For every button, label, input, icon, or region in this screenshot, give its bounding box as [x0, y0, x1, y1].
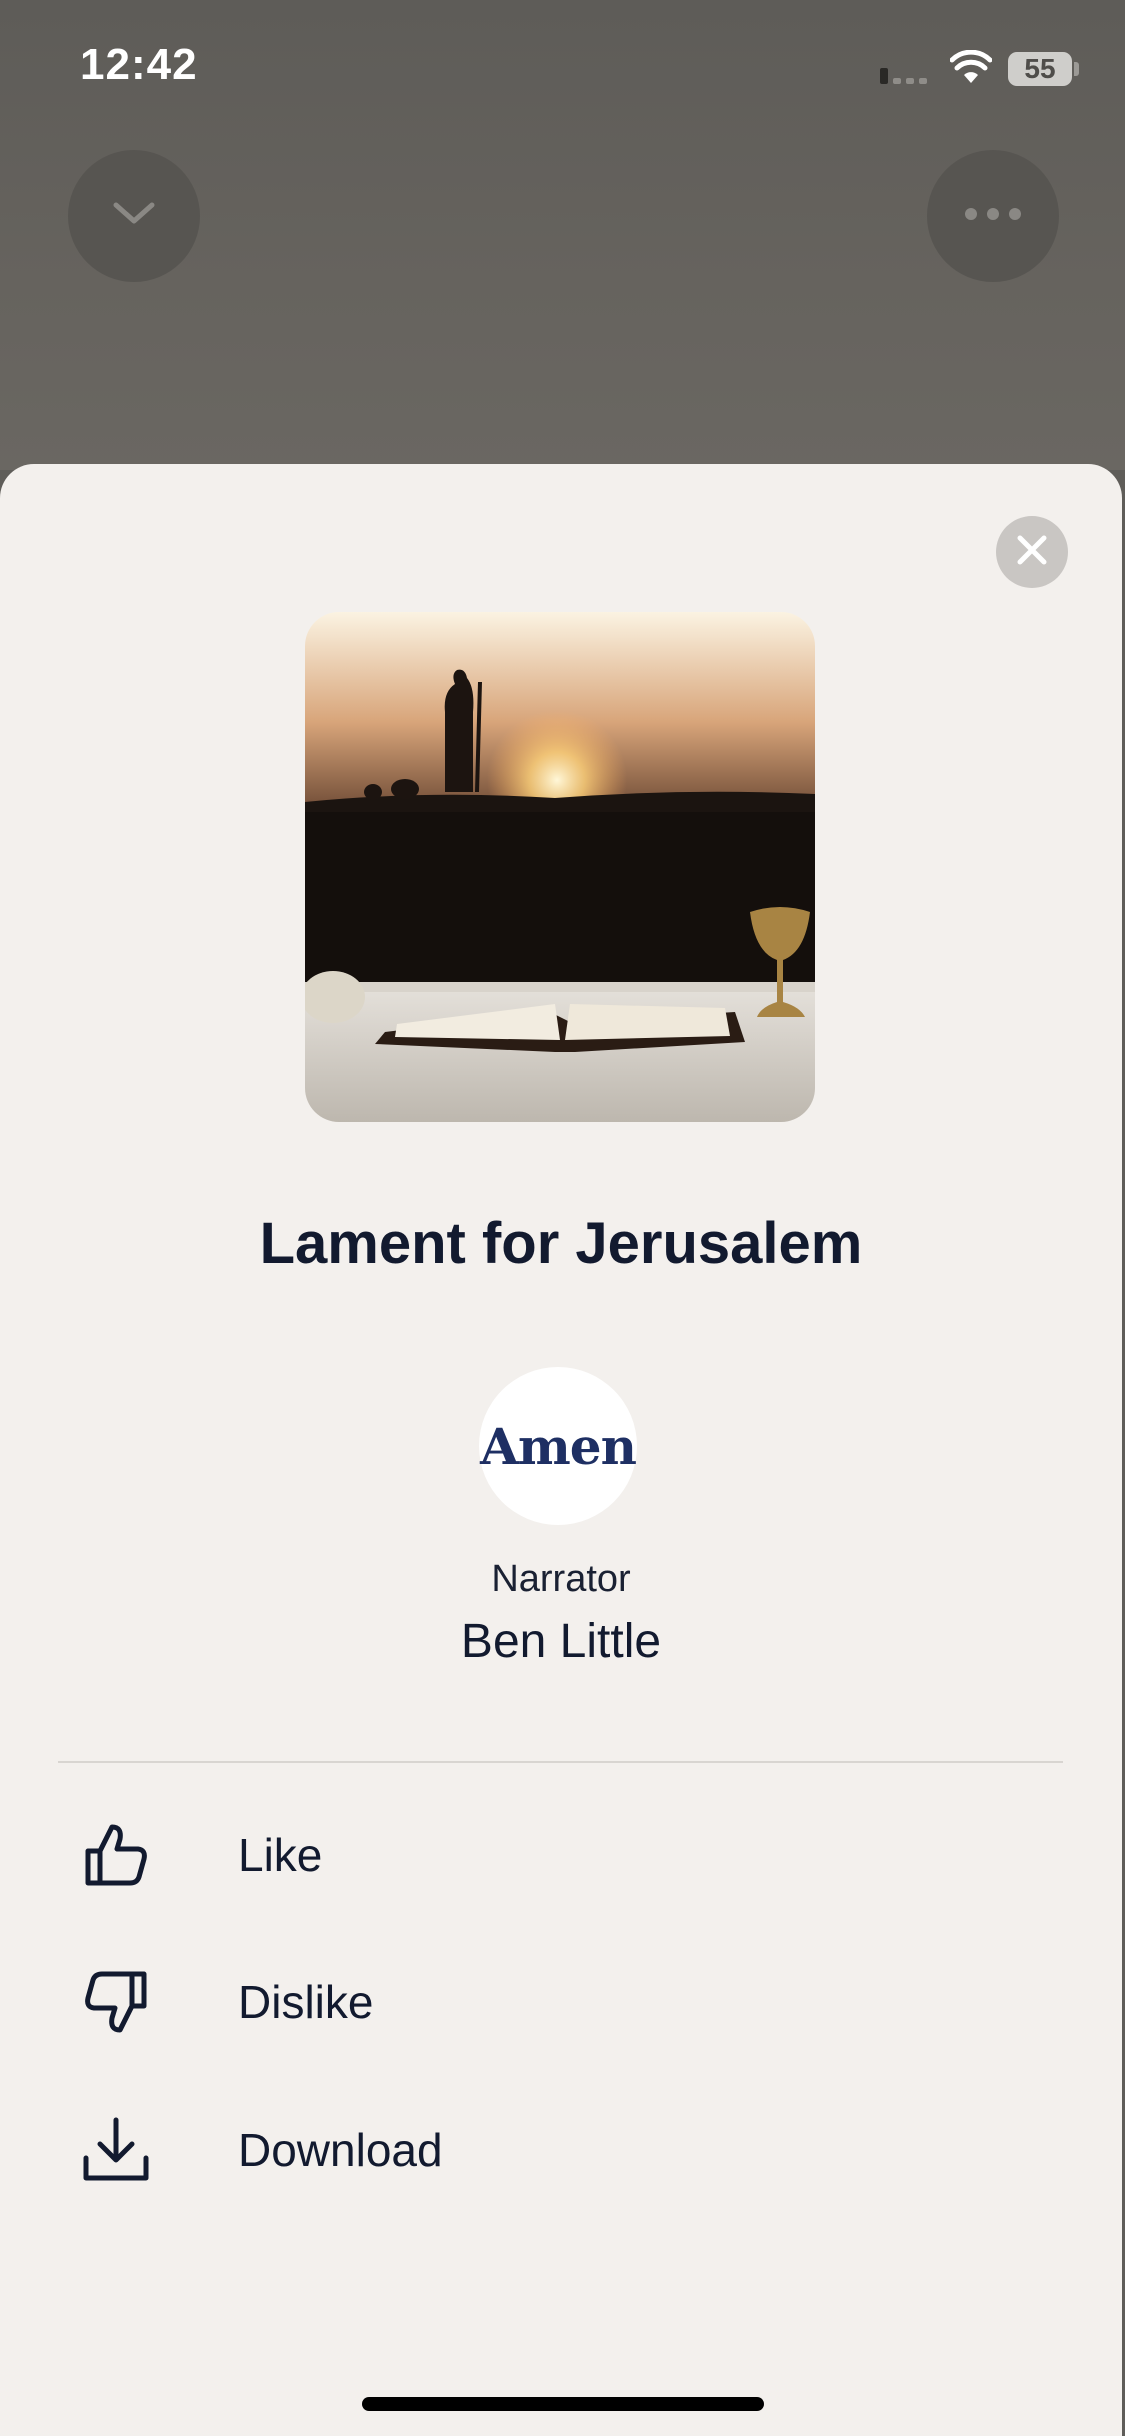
episode-artwork [305, 612, 815, 1122]
home-indicator[interactable] [362, 2397, 764, 2411]
download-label: Download [238, 2124, 443, 2176]
narrator-name[interactable]: Ben Little [0, 1614, 1122, 1669]
close-sheet-button[interactable] [996, 516, 1068, 588]
download-icon [78, 2112, 154, 2188]
battery-nub [1074, 62, 1079, 76]
episode-title: Lament for Jerusalem [259, 1211, 863, 1276]
battery-indicator: 55 [1008, 52, 1072, 86]
cellular-signal-icon [880, 68, 932, 84]
divider [58, 1761, 1063, 1763]
like-label: Like [238, 1829, 323, 1881]
status-time: 12:42 [80, 40, 198, 89]
thumbs-up-icon [78, 1817, 154, 1893]
wifi-icon [949, 49, 993, 86]
chevron-down-icon [110, 199, 158, 234]
publisher-logo[interactable]: Amen [479, 1367, 637, 1525]
more-horizontal-icon [963, 207, 1023, 226]
thumbs-down-icon [78, 1964, 154, 2040]
collapse-player-button[interactable] [68, 150, 200, 282]
download-action[interactable]: Download [58, 2090, 1063, 2210]
like-action[interactable]: Like [58, 1795, 1063, 1915]
more-options-button[interactable] [927, 150, 1059, 282]
dislike-action[interactable]: Dislike [58, 1942, 1063, 2062]
dislike-label: Dislike [238, 1976, 374, 2028]
screen: 12:42 55 Lament for Jerusalem Amen Narra… [0, 0, 1125, 2436]
narrator-label: Narrator [491, 1558, 631, 1600]
close-icon [1014, 532, 1050, 573]
